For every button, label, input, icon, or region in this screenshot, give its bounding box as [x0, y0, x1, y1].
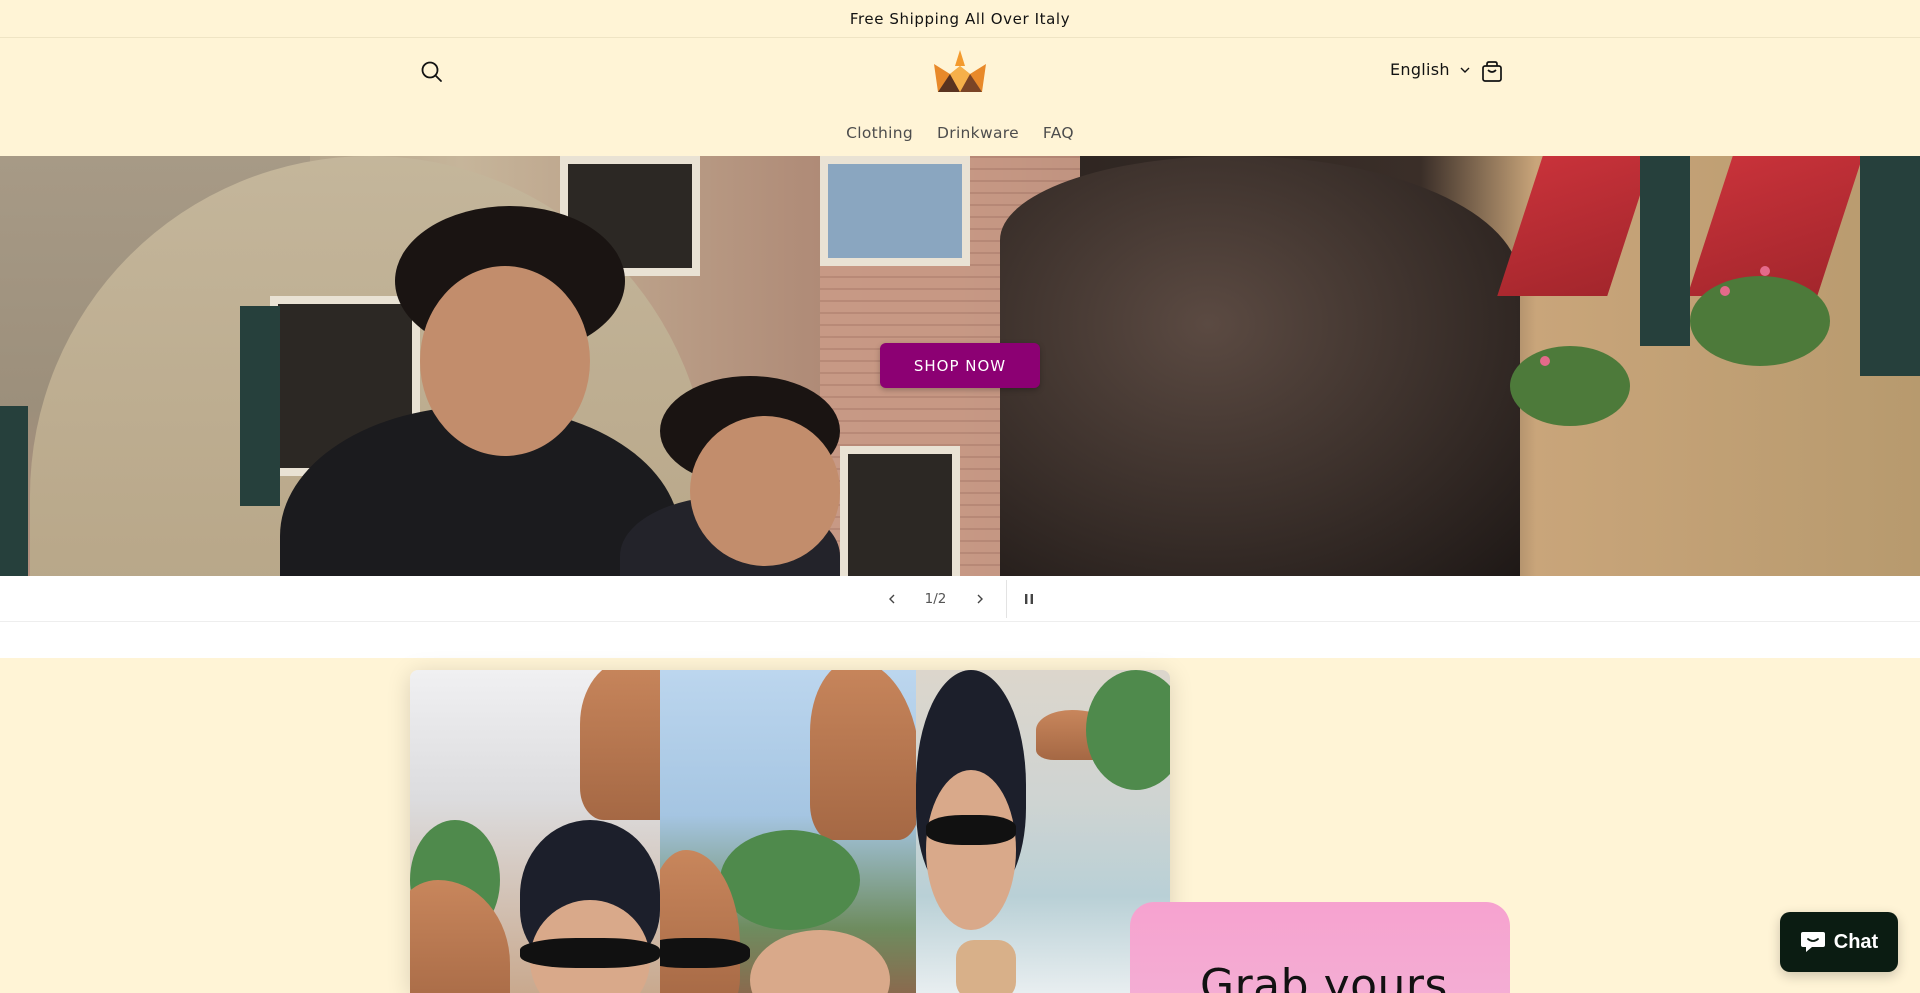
collage-sunglasses: [660, 938, 750, 968]
nav-item-faq[interactable]: FAQ: [1043, 124, 1074, 142]
hero-flower: [1760, 266, 1770, 276]
hero-window: [840, 446, 960, 576]
hero-person-face: [690, 416, 840, 566]
collage-sunglasses: [926, 815, 1016, 845]
site-header: English Clothing Drinkware FAQ: [0, 38, 1920, 158]
crown-logo-icon: [934, 50, 986, 92]
cart-button[interactable]: [1478, 58, 1506, 86]
hero-awning: [1687, 156, 1863, 296]
slideshow-controls: 1/2: [0, 576, 1920, 622]
hero-flower: [1540, 356, 1550, 366]
collage-panel-1: [410, 670, 660, 993]
collage-straw-umbrella: [580, 670, 660, 820]
promo-card: Grab yours: [1130, 902, 1510, 993]
collage-panel-2: [660, 670, 916, 993]
shop-now-button[interactable]: SHOP NOW: [880, 343, 1040, 388]
collage-person-face: [926, 770, 1016, 930]
store-logo[interactable]: [932, 48, 988, 96]
hero-sculpture: [1000, 156, 1520, 576]
product-collage-image: [410, 670, 1170, 993]
language-label: English: [1390, 60, 1450, 79]
cart-icon: [1482, 61, 1502, 82]
hero-shutter: [1640, 156, 1690, 346]
announcement-bar: Free Shipping All Over Italy: [0, 0, 1920, 38]
hero-shutter: [1860, 156, 1920, 376]
nav-item-drinkware[interactable]: Drinkware: [937, 124, 1019, 142]
hero-plant: [1510, 346, 1630, 426]
nav-item-clothing[interactable]: Clothing: [846, 124, 913, 142]
collage-straw-umbrella: [810, 670, 916, 840]
hero-flower: [1720, 286, 1730, 296]
hero-plant: [1690, 276, 1830, 366]
search-icon: [421, 61, 442, 82]
announcement-text: Free Shipping All Over Italy: [849, 9, 1071, 28]
promo-heading: Grab yours: [1200, 960, 1448, 993]
slide-counter: 1/2: [924, 590, 947, 607]
hero-window: [820, 156, 970, 266]
chat-label: Chat: [1833, 930, 1879, 953]
collage-person-face: [750, 930, 890, 993]
controls-divider: [1005, 579, 1007, 618]
section-divider: [0, 622, 1920, 658]
collage-drink-cup: [956, 940, 1016, 993]
chat-button[interactable]: Chat: [1780, 912, 1898, 972]
chat-bubble-icon: [1800, 932, 1825, 952]
collage-sunglasses: [520, 938, 660, 968]
language-selector[interactable]: English: [1390, 60, 1470, 79]
search-button[interactable]: [418, 58, 446, 86]
main-nav: Clothing Drinkware FAQ: [0, 124, 1920, 142]
collage-palm: [720, 830, 860, 930]
previous-slide-button[interactable]: [872, 579, 912, 619]
hero-awning: [1497, 156, 1653, 296]
shop-now-label: SHOP NOW: [913, 356, 1007, 375]
pause-slideshow-button[interactable]: [1009, 579, 1049, 619]
collage-palm: [1086, 670, 1170, 790]
hero-shutter: [240, 306, 280, 506]
hero-person-face: [420, 266, 590, 456]
next-slide-button[interactable]: [960, 579, 1000, 619]
pause-icon: [1024, 593, 1033, 604]
chevron-down-icon: [1460, 67, 1470, 73]
hero-banner-image: SHOP NOW: [0, 156, 1920, 576]
chevron-right-icon: [977, 594, 983, 603]
hero-shutter: [0, 406, 28, 576]
chevron-left-icon: [888, 594, 894, 603]
